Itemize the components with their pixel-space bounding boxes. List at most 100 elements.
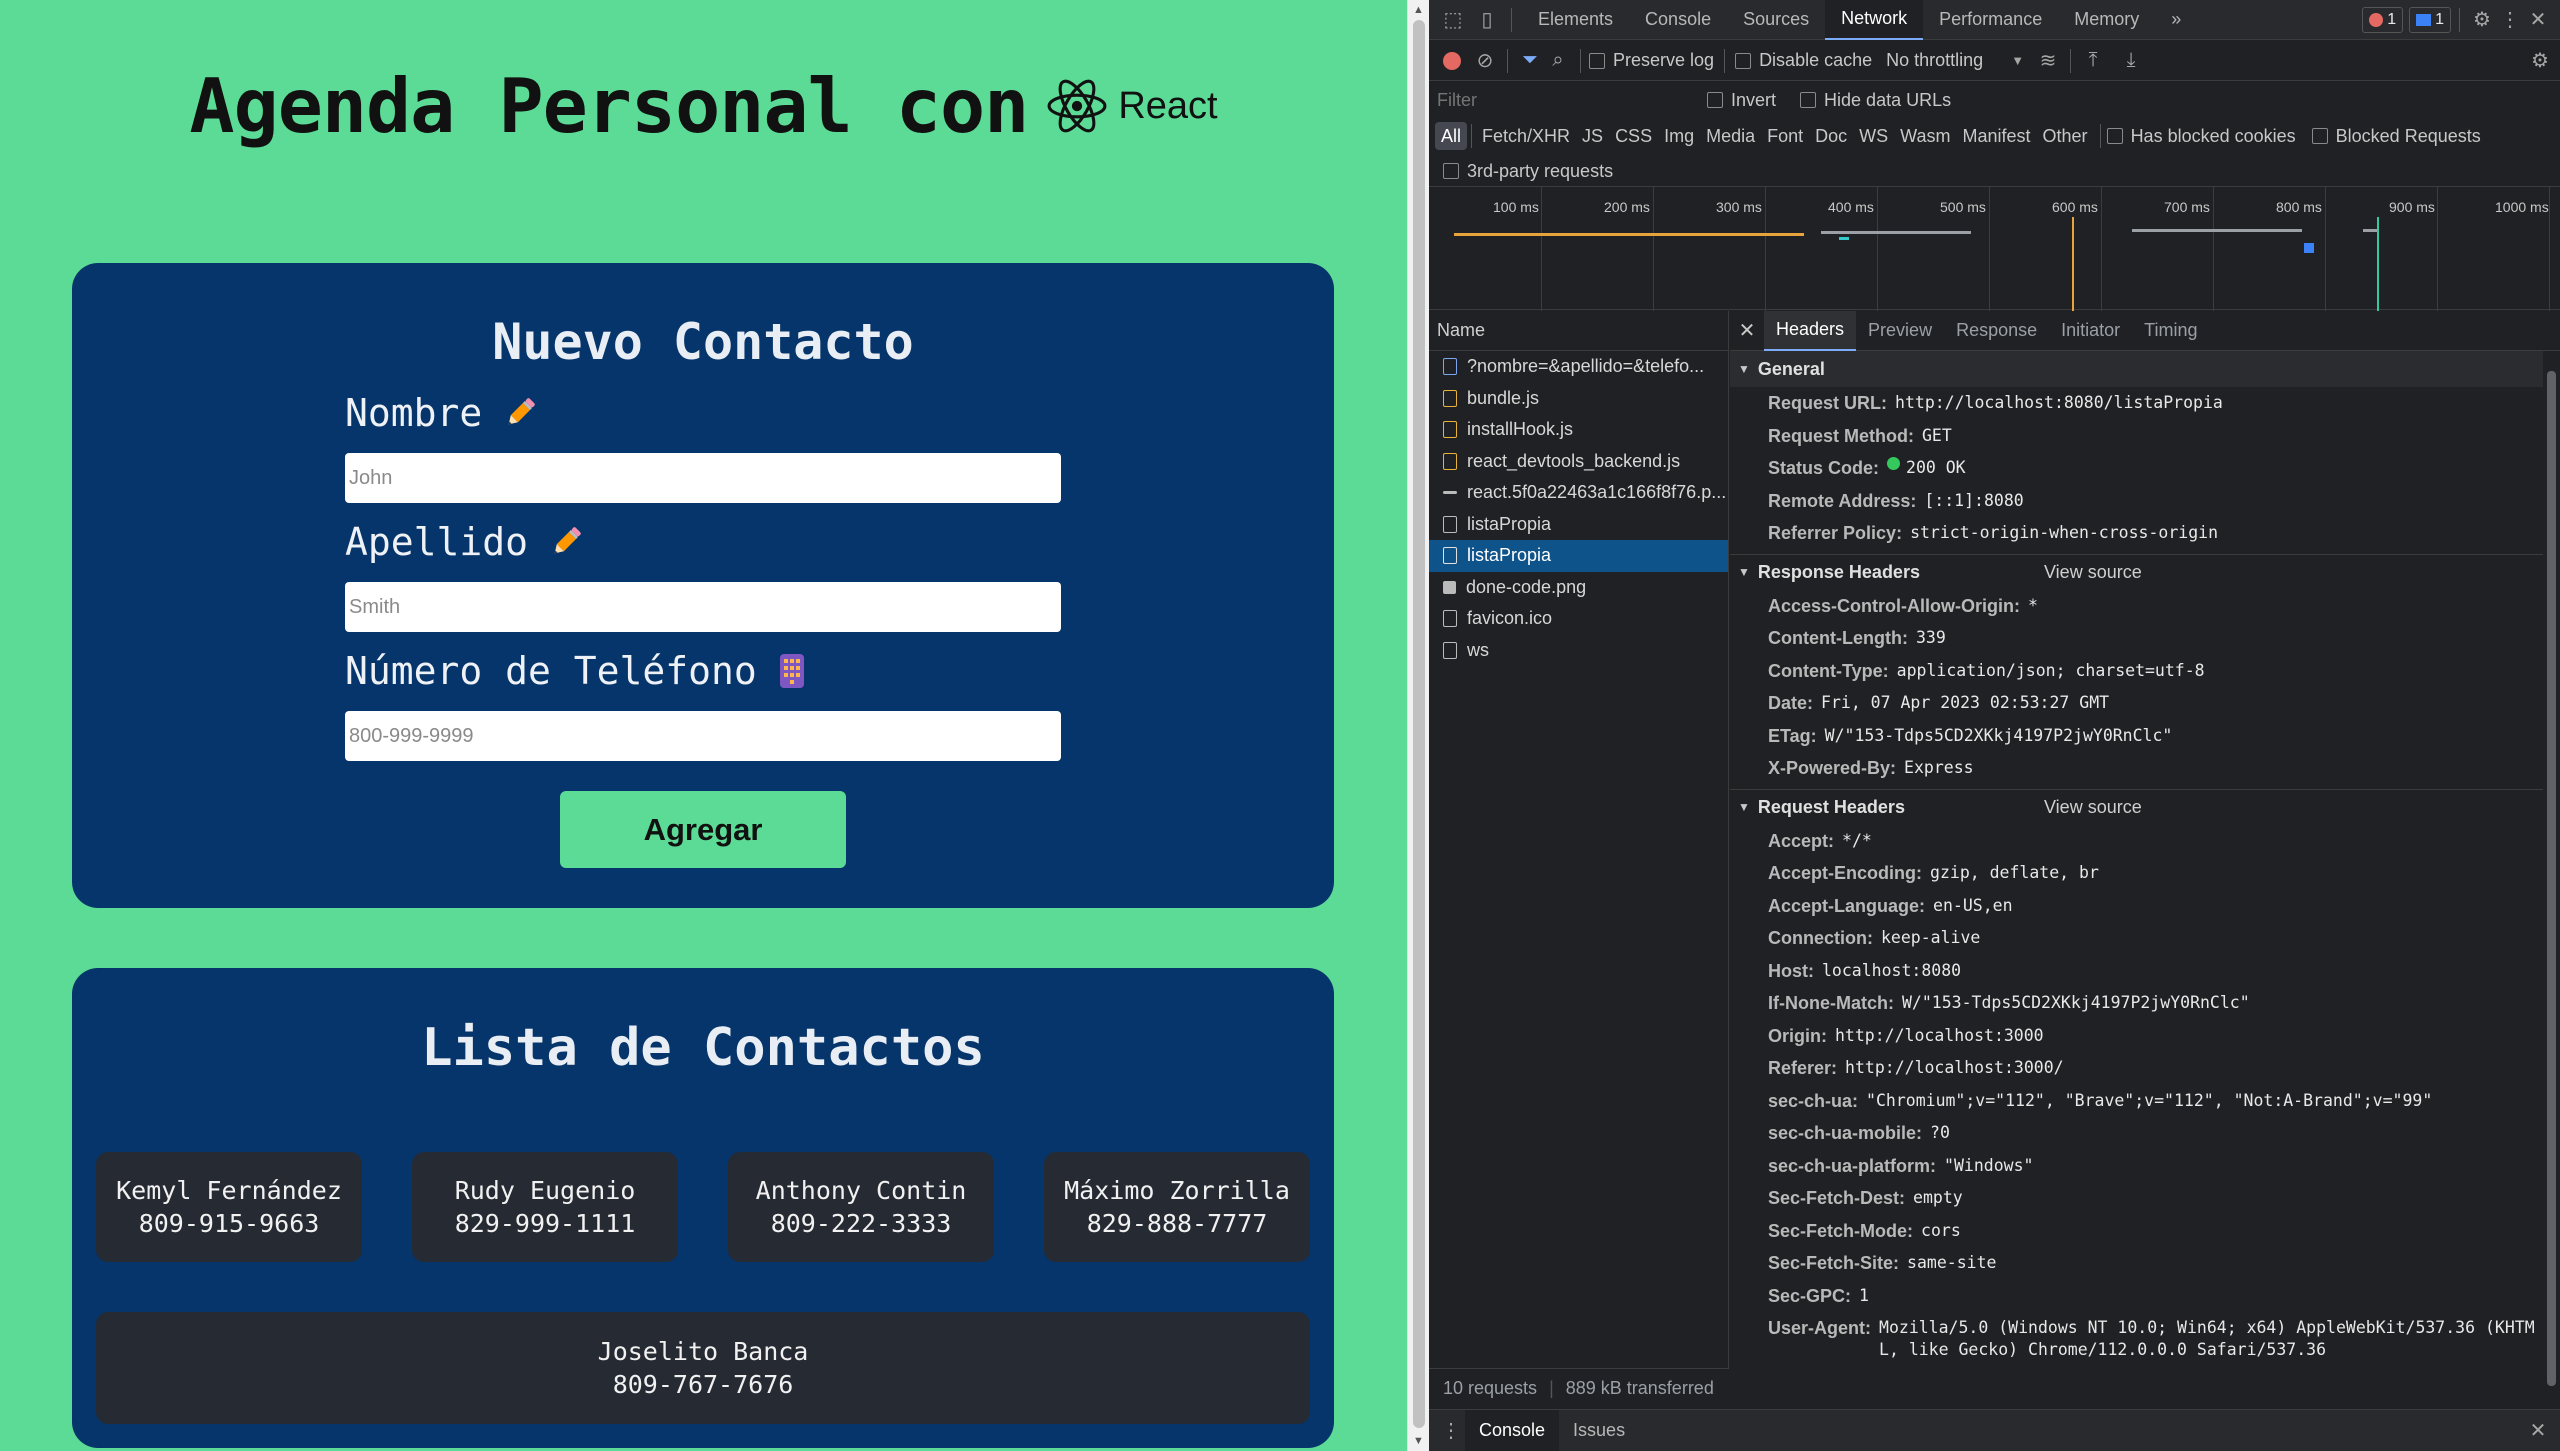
more-tabs-button[interactable]: » bbox=[2155, 0, 2197, 40]
general-section-header[interactable]: ▼ General bbox=[1730, 351, 2543, 387]
page-scrollbar[interactable]: ▲ ▼ bbox=[1407, 0, 1429, 1451]
request-count: 10 requests bbox=[1443, 1378, 1538, 1398]
tab-preview[interactable]: Preview bbox=[1856, 311, 1944, 351]
disable-cache-checkbox[interactable] bbox=[1735, 52, 1752, 69]
filter-type-css[interactable]: CSS bbox=[1609, 122, 1658, 150]
request-row[interactable]: installHook.js bbox=[1429, 414, 1728, 446]
header-key: Content-Length: bbox=[1768, 628, 1908, 648]
request-details-tabs: ✕ Headers Preview Response Initiator Tim… bbox=[1730, 310, 2560, 351]
third-party-checkbox[interactable] bbox=[1443, 163, 1459, 179]
network-settings-gear-icon[interactable]: ⚙ bbox=[2526, 47, 2554, 75]
throttling-select[interactable]: No throttling bbox=[1886, 50, 1983, 71]
error-badge[interactable]: 1 bbox=[2362, 6, 2404, 33]
filter-type-js[interactable]: JS bbox=[1576, 122, 1609, 150]
tab-sources[interactable]: Sources bbox=[1727, 0, 1825, 40]
invert-checkbox[interactable] bbox=[1707, 92, 1723, 108]
contact-name: Máximo Zorrilla bbox=[1064, 1176, 1290, 1205]
request-row[interactable]: ?nombre=&apellido=&telefo... bbox=[1429, 351, 1728, 383]
blocked-requests-label: Blocked Requests bbox=[2335, 125, 2481, 146]
close-details-icon[interactable]: ✕ bbox=[1730, 318, 1764, 343]
disable-cache-label: Disable cache bbox=[1759, 50, 1873, 70]
import-har-icon[interactable]: ⤒ bbox=[2079, 47, 2107, 75]
request-name: bundle.js bbox=[1467, 387, 1540, 408]
tab-elements[interactable]: Elements bbox=[1522, 0, 1629, 40]
request-row[interactable]: react_devtools_backend.js bbox=[1429, 446, 1728, 478]
request-row-selected[interactable]: listaPropia bbox=[1429, 540, 1728, 572]
response-headers-section-header[interactable]: ▼ Response Headers View source bbox=[1730, 553, 2543, 590]
close-drawer-icon[interactable]: ✕ bbox=[2524, 1417, 2552, 1445]
filter-input[interactable] bbox=[1437, 85, 1697, 115]
clear-icon[interactable]: ⊘ bbox=[1471, 47, 1499, 75]
header-key: Access-Control-Allow-Origin: bbox=[1768, 595, 2021, 616]
network-conditions-icon[interactable]: ≋ bbox=[2034, 47, 2062, 75]
add-contact-button[interactable]: Agregar bbox=[560, 791, 846, 868]
device-toolbar-icon[interactable]: ▯ bbox=[1473, 6, 1501, 34]
view-source-link[interactable]: View source bbox=[2044, 562, 2142, 583]
scroll-up-arrow-icon[interactable]: ▲ bbox=[1413, 4, 1424, 16]
view-source-link[interactable]: View source bbox=[2044, 797, 2142, 818]
phone-input[interactable] bbox=[345, 711, 1061, 761]
script-icon bbox=[1443, 389, 1457, 407]
hide-data-urls-checkbox[interactable] bbox=[1800, 92, 1817, 108]
filter-type-other[interactable]: Other bbox=[2037, 122, 2094, 150]
message-count: 1 bbox=[2435, 10, 2444, 28]
export-har-icon[interactable]: ⤓ bbox=[2117, 47, 2145, 75]
scroll-down-arrow-icon[interactable]: ▼ bbox=[1413, 1435, 1424, 1447]
tab-console[interactable]: Console bbox=[1629, 0, 1727, 40]
request-row[interactable]: bundle.js bbox=[1429, 383, 1728, 415]
filter-type-media[interactable]: Media bbox=[1700, 122, 1761, 150]
message-badge[interactable]: 1 bbox=[2409, 6, 2451, 33]
tab-timing[interactable]: Timing bbox=[2132, 311, 2209, 351]
tab-performance[interactable]: Performance bbox=[1923, 0, 2058, 40]
tab-initiator[interactable]: Initiator bbox=[2049, 311, 2132, 351]
last-name-input[interactable] bbox=[345, 582, 1061, 632]
header-key: User-Agent: bbox=[1768, 1318, 1872, 1338]
filter-type-wasm[interactable]: Wasm bbox=[1894, 122, 1956, 150]
request-row[interactable]: favicon.ico bbox=[1429, 603, 1728, 635]
network-overview-timeline[interactable]: 100 ms 200 ms 300 ms 400 ms 500 ms 600 m… bbox=[1429, 186, 2560, 311]
filter-type-img[interactable]: Img bbox=[1658, 122, 1700, 150]
first-name-input[interactable] bbox=[345, 453, 1061, 503]
scrollbar-thumb[interactable] bbox=[1413, 20, 1425, 1428]
search-icon[interactable]: ⌕ bbox=[1544, 47, 1572, 75]
filter-type-manifest[interactable]: Manifest bbox=[1957, 122, 2037, 150]
request-row[interactable]: listaPropia bbox=[1429, 509, 1728, 541]
close-devtools-icon[interactable]: ✕ bbox=[2524, 6, 2552, 34]
tab-network[interactable]: Network bbox=[1825, 0, 1924, 40]
more-options-icon[interactable]: ⋮ bbox=[2496, 6, 2524, 34]
drawer-tab-console[interactable]: Console bbox=[1465, 1409, 1560, 1451]
filter-type-fetch-xhr[interactable]: Fetch/XHR bbox=[1476, 122, 1576, 150]
filter-type-font[interactable]: Font bbox=[1761, 122, 1809, 150]
scrollbar-thumb[interactable] bbox=[2547, 371, 2556, 1386]
drawer-menu-icon[interactable]: ⋮ bbox=[1437, 1417, 1465, 1445]
request-headers-section-header[interactable]: ▼ Request Headers View source bbox=[1730, 788, 2543, 825]
blocked-requests-checkbox[interactable] bbox=[2311, 128, 2328, 144]
filter-icon[interactable]: ⏷ bbox=[1516, 47, 1544, 75]
filter-type-doc[interactable]: Doc bbox=[1809, 122, 1853, 150]
has-blocked-cookies-checkbox[interactable] bbox=[2106, 128, 2123, 144]
request-row[interactable]: ws bbox=[1429, 635, 1728, 667]
tab-response[interactable]: Response bbox=[1944, 311, 2049, 351]
header-key: sec-ch-ua-mobile: bbox=[1768, 1123, 1923, 1143]
filter-type-all[interactable]: All bbox=[1435, 122, 1468, 150]
third-party-row: 3rd-party requests bbox=[1429, 158, 2560, 184]
inspect-element-icon[interactable]: ⬚ bbox=[1439, 6, 1467, 34]
divider bbox=[1511, 7, 1512, 32]
tab-headers[interactable]: Headers bbox=[1764, 310, 1857, 351]
record-icon[interactable] bbox=[1443, 51, 1461, 70]
header-key: Date: bbox=[1768, 693, 1814, 713]
name-column-header[interactable]: Name bbox=[1429, 311, 1728, 351]
request-row[interactable]: react.5f0a22463a1c166f8f76.p... bbox=[1429, 477, 1728, 509]
settings-gear-icon[interactable]: ⚙ bbox=[2468, 6, 2496, 34]
chevron-down-icon[interactable]: ▼ bbox=[2011, 53, 2024, 68]
header-value: */* bbox=[1842, 830, 1872, 850]
header-key: Referrer Policy: bbox=[1768, 523, 1903, 543]
preserve-log-checkbox[interactable] bbox=[1589, 52, 1605, 69]
pencil-icon bbox=[548, 524, 584, 560]
details-scrollbar[interactable] bbox=[2543, 351, 2560, 1408]
filter-type-ws[interactable]: WS bbox=[1853, 122, 1894, 150]
tab-memory[interactable]: Memory bbox=[2058, 0, 2155, 40]
request-row[interactable]: done-code.png bbox=[1429, 572, 1728, 604]
drawer-tab-issues[interactable]: Issues bbox=[1559, 1410, 1639, 1451]
timeline-request-bar bbox=[1821, 231, 1971, 234]
